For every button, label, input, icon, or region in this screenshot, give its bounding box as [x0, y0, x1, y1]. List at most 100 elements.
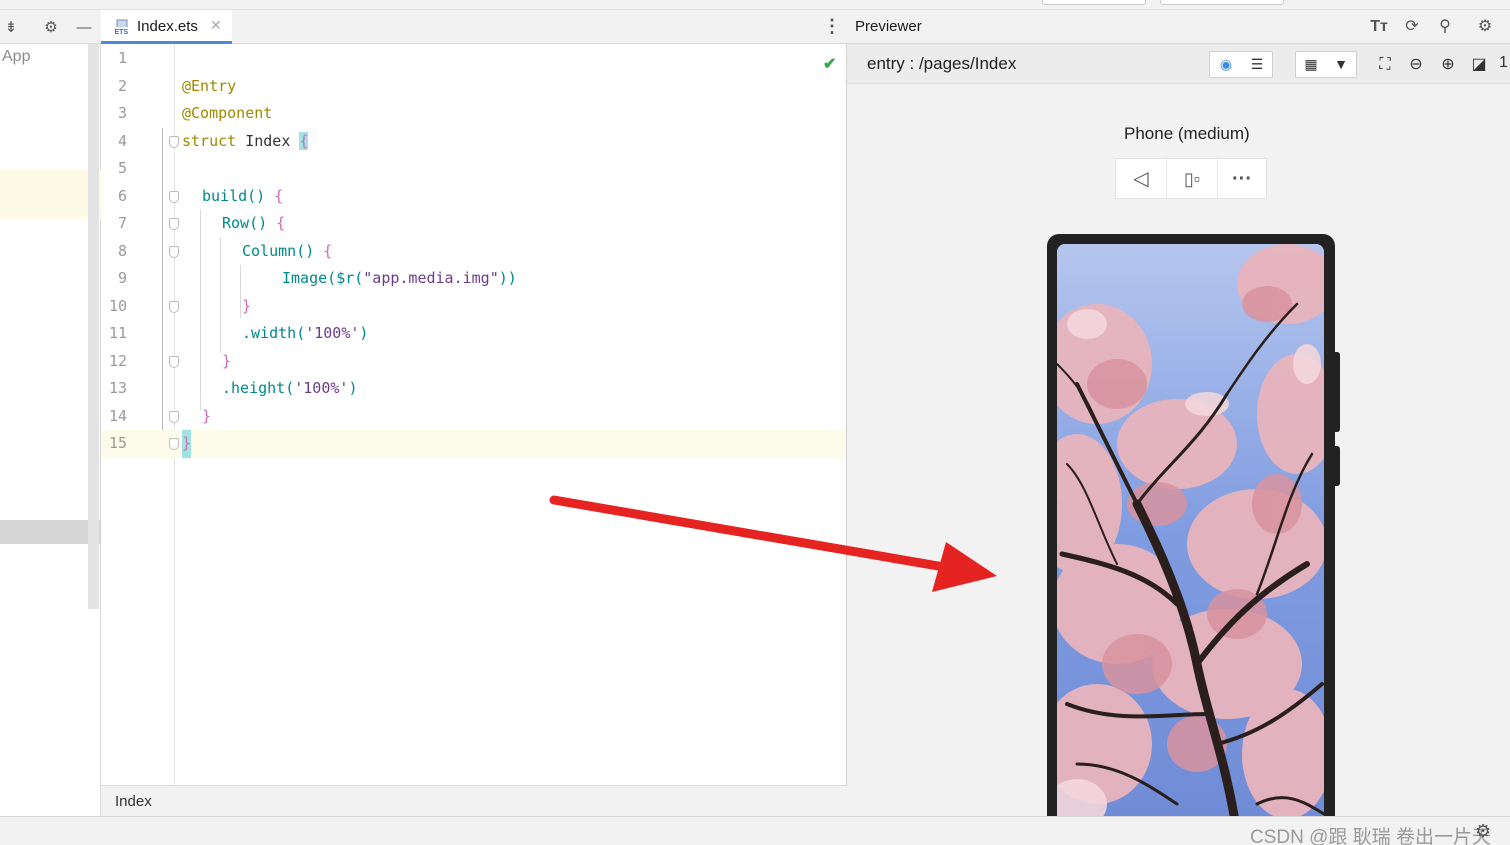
refresh-icon[interactable]: ⟳	[1402, 17, 1422, 37]
phone-screen[interactable]	[1057, 244, 1324, 834]
zoom-in-icon[interactable]: ⊕	[1437, 54, 1459, 76]
back-icon[interactable]: ◁	[1116, 159, 1166, 199]
code-line[interactable]: 4 struct Index {	[101, 128, 846, 156]
parens: ))	[498, 269, 517, 287]
tab-label: Index.ets	[137, 18, 198, 35]
code-text: struct Index {	[182, 128, 309, 156]
fit-screen-icon[interactable]: ◪	[1468, 54, 1490, 76]
code-line[interactable]: 11 .width('100%')	[101, 320, 846, 348]
device-controls: ◁ ▯▫ ···	[1115, 158, 1267, 199]
zoom-level: 1	[1499, 54, 1508, 71]
function-name: Image	[282, 269, 328, 287]
parens: (	[285, 379, 295, 397]
more-icon[interactable]: ···	[1217, 159, 1267, 199]
status-bar: CSDN @跟 耿瑞 卷出一片天 ⚙	[0, 816, 1510, 845]
line-number: 1	[117, 49, 127, 67]
brace: }	[182, 430, 192, 458]
code-text: build() {	[202, 183, 283, 211]
brace: {	[274, 186, 284, 205]
parens: ()	[247, 186, 275, 205]
decorator-entry: @Entry	[182, 76, 237, 95]
code-line[interactable]: 6 build() {	[101, 183, 846, 211]
method-name: .height	[222, 379, 286, 397]
line-number: 10	[108, 296, 127, 315]
more-options-icon[interactable]: ⋮	[823, 16, 841, 37]
parens: (	[327, 269, 337, 287]
ets-file-icon: ETS	[114, 19, 130, 36]
top-toolbar-strip	[0, 0, 1510, 10]
power-button	[1335, 446, 1340, 486]
crop-icon[interactable]: ⛶	[1374, 54, 1396, 76]
fold-marker-icon[interactable]	[169, 300, 179, 313]
device-dropdown[interactable]	[1160, 0, 1284, 5]
identifier: Index	[236, 131, 300, 150]
previewer-header: Previewer Tт ⟳ ⚲ ⚙	[847, 10, 1510, 44]
fold-marker-icon[interactable]	[169, 218, 179, 230]
fold-marker-icon[interactable]	[169, 410, 179, 423]
minimize-icon[interactable]: —	[75, 19, 93, 37]
ide-window: ⇟ ⚙ — App ETS Index.ets ✕ ⋮ ✔ 1 2 @Entry…	[0, 0, 1510, 845]
function-name: Column	[242, 241, 297, 260]
project-module-label[interactable]: App	[2, 48, 30, 66]
fold-marker-icon[interactable]	[169, 438, 179, 450]
watermark: CSDN @跟 耿瑞 卷出一片天	[1250, 827, 1491, 845]
code-line[interactable]: 12 }	[101, 348, 846, 376]
project-tree-highlight	[0, 170, 101, 219]
gear-icon[interactable]: ⚙	[42, 19, 60, 37]
code-text: .width('100%')	[242, 320, 368, 348]
project-tree-selected-row[interactable]	[0, 520, 101, 544]
function-name: build	[202, 186, 248, 205]
code-line[interactable]: 14 }	[101, 403, 846, 431]
fold-marker-icon[interactable]	[169, 135, 179, 148]
brace: {	[299, 131, 309, 150]
fold-marker-icon[interactable]	[169, 355, 179, 368]
code-line[interactable]: 2 @Entry	[101, 73, 846, 101]
code-line[interactable]: 7 Row() {	[101, 210, 846, 238]
rotate-device-icon[interactable]: ▯▫	[1167, 159, 1217, 199]
multi-device-dropdown[interactable]: ▦ ▼	[1295, 51, 1357, 78]
code-line[interactable]: 1	[101, 45, 846, 73]
line-number: 12	[108, 351, 127, 370]
code-line[interactable]: 13 .height('100%')	[101, 375, 846, 403]
tab-index-ets[interactable]: ETS Index.ets ✕	[101, 10, 232, 44]
volume-button	[1335, 352, 1340, 432]
font-size-icon[interactable]: Tт	[1369, 17, 1389, 37]
collapse-all-icon[interactable]: ⇟	[2, 19, 20, 37]
fold-marker-icon[interactable]	[169, 245, 179, 258]
line-number: 5	[117, 159, 127, 177]
phone-frame	[1047, 234, 1340, 834]
parens: ()	[296, 241, 324, 260]
brace: }	[222, 351, 232, 370]
code-editor: ETS Index.ets ✕ ⋮ ✔ 1 2 @Entry 3 @Compon…	[101, 10, 847, 816]
gear-icon[interactable]: ⚙	[1475, 17, 1495, 37]
page-path: entry : /pages/Index	[867, 54, 1017, 73]
red-arrow-annotation	[549, 495, 997, 592]
code-line[interactable]: 9 Image($r("app.media.img"))	[101, 265, 846, 293]
close-icon[interactable]: ✕	[210, 17, 222, 34]
fold-marker-icon[interactable]	[169, 190, 179, 203]
code-text: .height('100%')	[222, 375, 357, 403]
project-panel-scrollbar[interactable]	[88, 44, 99, 609]
parens: )	[359, 324, 369, 342]
zoom-out-icon[interactable]: ⊖	[1405, 54, 1427, 76]
code-line[interactable]: 8 Column() {	[101, 238, 846, 266]
inspect-icon[interactable]: ◉	[1211, 52, 1241, 77]
editor-tab-bar: ETS Index.ets ✕ ⋮	[101, 10, 847, 44]
code-line[interactable]: 10 }	[101, 293, 846, 321]
code-line[interactable]: 5	[101, 155, 846, 183]
breadcrumb-item[interactable]: Index	[115, 793, 152, 810]
line-number: 11	[108, 324, 127, 342]
code-line-current[interactable]: 15 }	[101, 430, 846, 458]
line-number: 15	[108, 434, 127, 452]
layers-icon[interactable]: ☰	[1242, 52, 1272, 77]
gear-icon[interactable]: ⚙	[1475, 821, 1491, 842]
brace: }	[202, 406, 212, 425]
parens: ()	[249, 214, 277, 232]
project-panel-toolbar: ⇟ ⚙ —	[0, 10, 101, 44]
brace: {	[323, 241, 333, 260]
plugin-icon[interactable]: ⚲	[1435, 17, 1455, 37]
line-number: 7	[117, 214, 127, 232]
run-config-dropdown[interactable]	[1042, 0, 1146, 5]
code-line[interactable]: 3 @Component	[101, 100, 846, 128]
brace: }	[242, 296, 252, 315]
